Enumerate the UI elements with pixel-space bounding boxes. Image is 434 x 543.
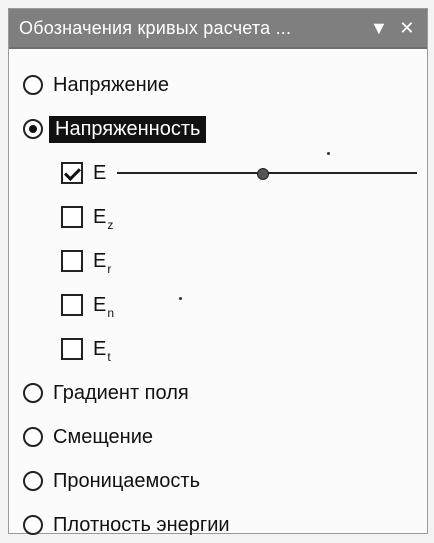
curve-legend-panel: Обозначения кривых расчета ... ▼ ✕ Напря…: [8, 8, 428, 536]
radio-button-selected[interactable]: [23, 119, 43, 139]
checkbox-ez[interactable]: [61, 206, 83, 228]
radio-label-voltage: Напряжение: [53, 73, 169, 96]
checkbox-e[interactable]: [61, 162, 83, 184]
radio-button[interactable]: [23, 383, 43, 403]
component-row-er[interactable]: Er: [61, 243, 111, 279]
component-main: E: [93, 249, 107, 272]
radio-button[interactable]: [23, 515, 43, 535]
close-icon[interactable]: ✕: [395, 16, 419, 40]
component-row-en[interactable]: En: [61, 287, 114, 323]
radio-label-gradient: Градиент поля: [53, 381, 189, 404]
component-row-e[interactable]: E: [61, 155, 418, 191]
component-label-e: E: [93, 162, 107, 185]
component-row-ez[interactable]: Ez: [61, 199, 113, 235]
speck: [179, 297, 182, 300]
radio-button[interactable]: [23, 427, 43, 447]
radio-label-energy-density: Плотность энергии: [53, 513, 230, 536]
panel-content: Напряжение Напряженность E Ez Er En Et Г…: [9, 49, 427, 536]
radio-row-gradient[interactable]: Градиент поля: [23, 375, 189, 411]
component-label-er: Er: [93, 249, 112, 276]
radio-row-permittivity[interactable]: Проницаемость: [23, 463, 200, 499]
component-main: E: [93, 161, 107, 184]
radio-label-displacement: Смещение: [53, 425, 154, 448]
component-main: E: [93, 337, 107, 360]
radio-row-field-strength[interactable]: Напряженность: [23, 111, 207, 147]
panel-title: Обозначения кривых расчета ...: [19, 17, 292, 38]
radio-button[interactable]: [23, 471, 43, 491]
dropdown-icon[interactable]: ▼: [367, 16, 391, 40]
curve-style-sample: [117, 163, 418, 183]
component-row-et[interactable]: Et: [61, 331, 111, 367]
checkbox-et[interactable]: [61, 338, 83, 360]
component-label-ez: Ez: [93, 205, 114, 232]
radio-row-energy-density[interactable]: Плотность энергии: [23, 507, 230, 543]
checkbox-en[interactable]: [61, 294, 83, 316]
component-main: E: [93, 293, 107, 316]
radio-row-voltage[interactable]: Напряжение: [23, 67, 169, 103]
radio-button[interactable]: [23, 75, 43, 95]
speck: [327, 152, 330, 155]
component-label-en: En: [93, 293, 115, 320]
radio-row-displacement[interactable]: Смещение: [23, 419, 153, 455]
component-subscript: r: [107, 261, 112, 276]
component-main: E: [93, 205, 107, 228]
radio-label-permittivity: Проницаемость: [53, 469, 200, 492]
component-label-et: Et: [93, 337, 111, 364]
component-subscript: z: [107, 217, 114, 232]
component-subscript: t: [107, 349, 111, 364]
component-subscript: n: [107, 305, 115, 320]
panel-titlebar[interactable]: Обозначения кривых расчета ... ▼ ✕: [9, 9, 427, 49]
checkbox-er[interactable]: [61, 250, 83, 272]
curve-marker: [257, 168, 270, 180]
radio-label-field-strength: Напряженность: [49, 115, 207, 143]
